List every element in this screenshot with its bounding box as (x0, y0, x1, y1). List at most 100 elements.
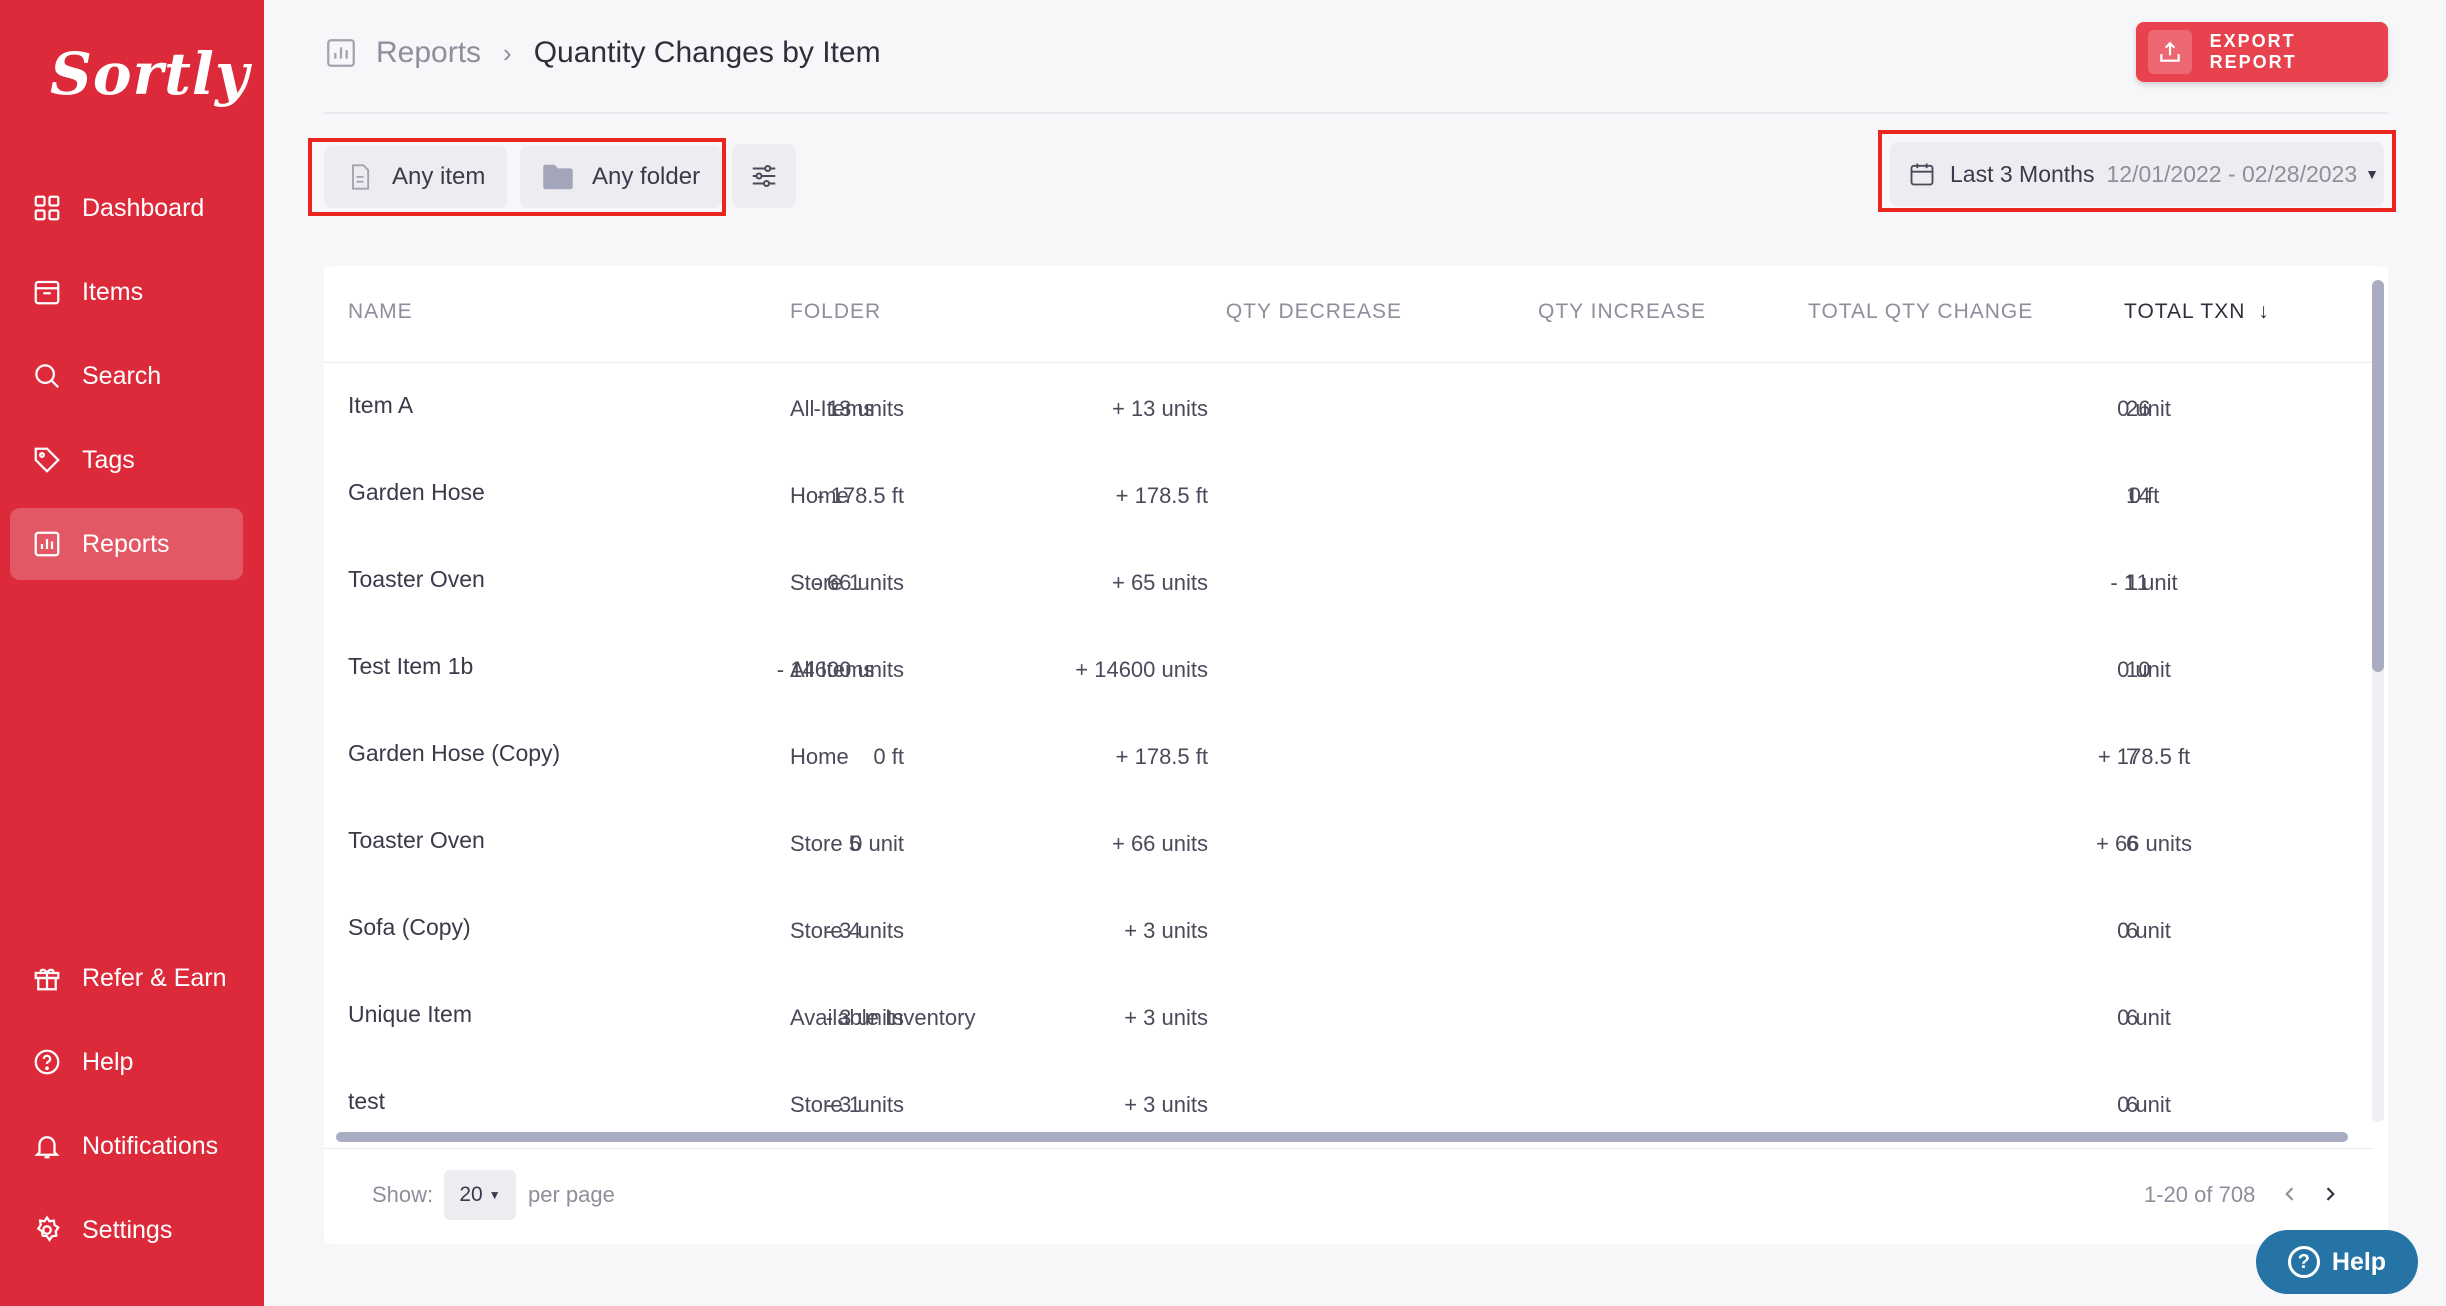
question-icon: ? (2287, 1246, 2320, 1278)
sliders-icon (752, 165, 776, 187)
sidebar-item-dashboard[interactable]: Dashboard (10, 172, 243, 244)
per-page-label: per page (528, 1182, 615, 1207)
table-header-divider (324, 362, 2374, 363)
help-icon (30, 1045, 64, 1079)
cell-qty-decrease: - 66 units (813, 570, 905, 595)
sidebar-item-refer-earn[interactable]: Refer & Earn (10, 942, 243, 1014)
cell-qty-decrease: - 3 units (825, 1092, 904, 1117)
cell-qty-decrease: - 3 units (825, 918, 904, 943)
table-row[interactable]: Test Item 1b All Items - 14600 units + 1… (324, 641, 2374, 728)
cell-qty-decrease: 0 ft (873, 744, 904, 769)
cell-qty-increase: + 178.5 ft (1115, 744, 1208, 769)
cell-qty-decrease: 0 unit (850, 831, 904, 856)
table-footer-divider (324, 1148, 2374, 1149)
calendar-icon (1910, 163, 1934, 186)
cell-total-txn: 6 (2126, 1092, 2139, 1117)
table-row[interactable]: Unique Item Available Inventory - 3 unit… (324, 989, 2374, 1076)
folder-filter-label: Any folder (592, 163, 701, 190)
table-row[interactable]: Toaster Oven Store 1 - 66 units + 65 uni… (324, 554, 2374, 641)
sidebar-item-tags[interactable]: Tags (10, 424, 243, 496)
table-row[interactable]: Item A All Items - 13 units + 13 units 0… (324, 380, 2374, 467)
sidebar-item-label: Reports (82, 529, 170, 558)
cell-total-qty-change: + 66 units (2095, 831, 2192, 856)
page-title: Quantity Changes by Item (533, 36, 881, 69)
table-row[interactable]: Toaster Oven Store 5 0 unit + 66 units +… (324, 815, 2374, 902)
column-header-name[interactable]: NAME (348, 300, 413, 324)
horizontal-scrollbar[interactable] (336, 1132, 2348, 1142)
item-filter-label: Any item (392, 163, 486, 190)
sortly-logo[interactable]: Sortly (50, 40, 250, 108)
cell-qty-increase: + 3 units (1124, 918, 1208, 943)
breadcrumb: Reports › Quantity Changes by Item (324, 28, 881, 78)
show-label: Show: (372, 1182, 434, 1207)
column-header-qty-increase[interactable]: QTY INCREASE (1538, 300, 1706, 324)
sidebar-item-label: Dashboard (82, 193, 205, 222)
gift-icon (30, 961, 64, 995)
cell-total-txn: 6 (2126, 1005, 2139, 1030)
filter-settings-button[interactable] (732, 144, 796, 208)
pagination-range: 1-20 of 708 (2144, 1182, 2256, 1207)
cell-name: Sofa (Copy) (348, 914, 471, 940)
cell-name: Garden Hose (Copy) (348, 740, 561, 766)
header-divider (324, 112, 2388, 114)
cell-folder: Home (790, 744, 849, 769)
sidebar-item-label: Tags (82, 445, 135, 474)
upload-icon (2148, 30, 2192, 74)
cell-qty-decrease: - 13 units (813, 396, 905, 421)
date-range-picker[interactable]: Last 3 Months 12/01/2022 - 02/28/2023 ▼ (1890, 142, 2384, 206)
previous-page-button[interactable] (2272, 1174, 2308, 1214)
table-row[interactable]: Sofa (Copy) Store 4 - 3 units + 3 units … (324, 902, 2374, 989)
reports-icon (327, 39, 355, 67)
vertical-scrollbar-thumb[interactable] (2372, 280, 2384, 672)
table-row[interactable]: Garden Hose Home - 178.5 ft + 178.5 ft 0… (324, 467, 2374, 554)
items-icon (30, 275, 64, 309)
cell-name: test (348, 1088, 386, 1114)
cell-total-qty-change: 0 unit (2117, 1005, 2171, 1030)
reports-icon (30, 527, 64, 561)
sidebar-item-label: Search (82, 361, 162, 390)
sidebar-item-label: Refer & Earn (82, 963, 227, 992)
cell-name: Test Item 1b (348, 653, 474, 679)
item-filter-button[interactable]: Any item (324, 146, 508, 208)
breadcrumb-reports-link[interactable]: Reports (376, 36, 481, 70)
sidebar-item-label: Settings (82, 1215, 173, 1244)
chevron-right-icon (2326, 1187, 2335, 1201)
folder-icon (543, 164, 573, 190)
tag-icon (30, 443, 64, 477)
table-row[interactable]: test Store 1 - 3 units + 3 units 0 unit … (324, 1076, 2374, 1132)
column-header-total-qty-change[interactable]: TOTAL QTY CHANGE (1808, 300, 2033, 324)
cell-name: Unique Item (348, 1001, 473, 1027)
column-header-folder[interactable]: FOLDER (790, 300, 881, 324)
date-range-label: 12/01/2022 - 02/28/2023 (2106, 160, 2358, 187)
sidebar-item-reports[interactable]: Reports (10, 508, 243, 580)
cell-qty-decrease: - 14600 units (776, 657, 904, 682)
sidebar-item-notifications[interactable]: Notifications (10, 1110, 243, 1182)
folder-filter-button[interactable]: Any folder (520, 146, 723, 208)
cell-total-txn: 6 (2126, 918, 2139, 943)
dashboard-icon (30, 191, 64, 225)
cell-total-qty-change: 0 unit (2117, 1092, 2171, 1117)
cell-qty-increase: + 178.5 ft (1115, 483, 1208, 508)
export-report-button[interactable]: EXPORT REPORT (2136, 22, 2388, 82)
document-icon (352, 164, 370, 190)
cell-name: Garden Hose (348, 479, 485, 505)
sidebar-item-label: Help (82, 1047, 134, 1076)
sidebar-item-label: Notifications (82, 1131, 219, 1160)
table-row[interactable]: Garden Hose (Copy) Home 0 ft + 178.5 ft … (324, 728, 2374, 815)
column-header-total-txn[interactable]: TOTAL TXN ↓ (2124, 300, 2270, 324)
cell-qty-decrease: - 178.5 ft (817, 483, 904, 508)
gear-icon (30, 1213, 64, 1247)
sidebar-item-help[interactable]: Help (10, 1026, 243, 1098)
sidebar-item-items[interactable]: Items (10, 256, 243, 328)
per-page-select[interactable]: 20 ▼ (444, 1170, 516, 1220)
next-page-button[interactable] (2312, 1174, 2348, 1214)
cell-total-txn: 10 (2126, 657, 2151, 682)
column-header-qty-decrease[interactable]: QTY DECREASE (1226, 300, 1402, 324)
cell-qty-increase: + 3 units (1124, 1005, 1208, 1030)
cell-qty-increase: + 14600 units (1075, 657, 1208, 682)
help-chat-button[interactable]: ? Help (2256, 1230, 2418, 1294)
sidebar-item-settings[interactable]: Settings (10, 1194, 243, 1266)
sidebar-item-search[interactable]: Search (10, 340, 243, 412)
chevron-down-icon: ▼ (488, 1188, 501, 1202)
chevron-down-icon: ▼ (2365, 166, 2379, 182)
